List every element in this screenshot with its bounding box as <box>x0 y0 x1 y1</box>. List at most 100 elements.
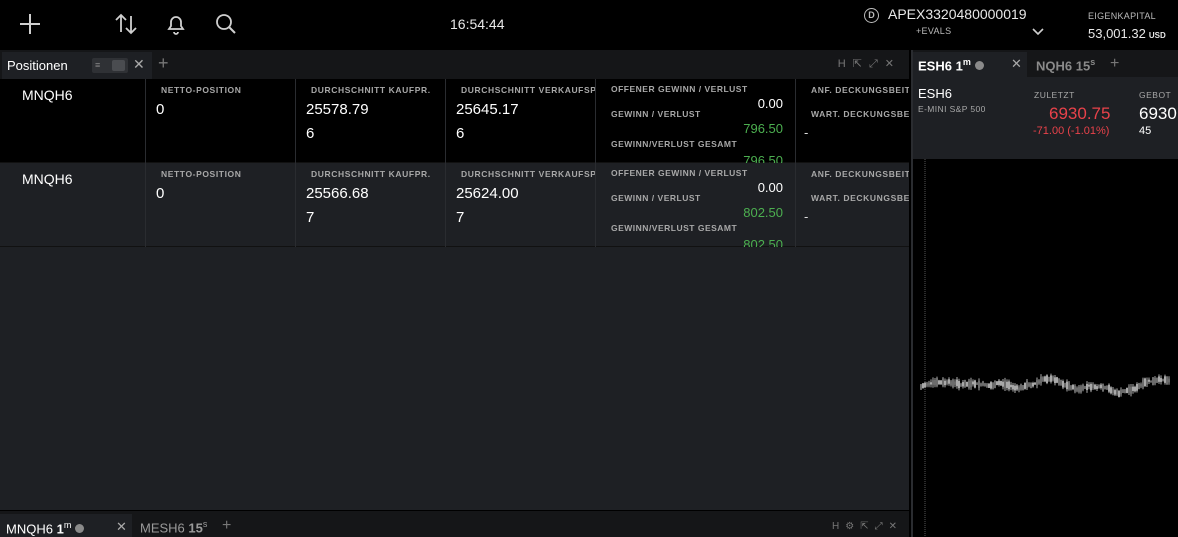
avg-sell-cell: DURCHSCHNITT VERKAUFSPR. 25645.17 6 <box>445 79 595 163</box>
margin-cell: ANF. DECKUNGSBEITRAG WART. DECKUNGSBEITR… <box>795 163 909 247</box>
close-icon[interactable]: ✕ <box>133 56 145 73</box>
tab-nqh6-chart[interactable]: NQH6 15s <box>1036 57 1095 73</box>
margin-cell: ANF. DECKUNGSBEITRAG WART. DECKUNGSBEITR… <box>795 79 909 163</box>
candle-body <box>1084 386 1086 389</box>
candle-body <box>1168 378 1170 383</box>
quote-symbol: ESH6 <box>918 86 952 101</box>
expand-icon[interactable]: ⤢ <box>869 58 885 70</box>
avg-sell-label: DURCHSCHNITT VERKAUFSPR. <box>461 85 595 95</box>
candle-body <box>1078 386 1080 392</box>
margin-label: ANF. DECKUNGSBEITRAG <box>811 169 909 179</box>
candle-body <box>958 380 960 389</box>
avg-buy-price: 25578.79 <box>306 101 369 118</box>
candle-body <box>1090 383 1092 391</box>
candle-body <box>1096 386 1098 389</box>
candle-body <box>1112 389 1114 393</box>
candle-body <box>954 381 956 385</box>
candle-body <box>948 379 950 384</box>
search-icon[interactable] <box>212 10 240 38</box>
pnl-cell: OFFENER GEWINN / VERLUST 0.00 GEWINN / V… <box>595 79 795 163</box>
candle-body <box>990 382 992 389</box>
tab-esh6-chart[interactable]: ESH6 1m ✕ <box>913 52 1027 77</box>
tab-unit: m <box>63 520 72 530</box>
candle-body <box>1106 385 1108 390</box>
transfer-icon[interactable] <box>112 10 140 38</box>
popout-icon[interactable]: ⇱ <box>860 521 874 532</box>
net-position-value: 0 <box>156 185 165 202</box>
bell-icon[interactable] <box>162 10 190 38</box>
candle-body <box>1086 383 1088 390</box>
candle-body <box>1056 377 1058 383</box>
positions-panel: Positionen ≡ ✕ + H⇱⤢✕ MNQH6 NETTO-POSITI… <box>0 50 909 510</box>
position-row[interactable]: MNQH6 NETTO-POSITION 0 DURCHSCHNITT KAUF… <box>0 79 909 163</box>
expand-icon[interactable]: ⤢ <box>875 521 889 532</box>
price-chart-canvas[interactable] <box>913 159 1178 537</box>
candle-body <box>924 382 926 388</box>
header-toggle-icon[interactable]: H <box>832 521 845 532</box>
candle-body <box>1148 379 1150 382</box>
position-row[interactable]: MNQH6 NETTO-POSITION 0 DURCHSCHNITT KAUF… <box>0 163 909 247</box>
add-tab-button[interactable]: + <box>158 54 169 72</box>
position-symbol: MNQH6 <box>22 87 73 103</box>
avg-sell-qty: 6 <box>456 125 465 142</box>
candle-body <box>1098 384 1100 389</box>
view-toggle[interactable]: ≡ <box>92 58 128 73</box>
candle-body <box>1074 385 1076 392</box>
panel-tools[interactable]: H⚙⇱⤢✕ <box>832 521 903 532</box>
chart-panel: ESH6 1m ✕ NQH6 15s + ESH6 E-MINI S&P 500… <box>911 50 1178 537</box>
tab-positions[interactable]: Positionen ≡ ✕ <box>2 52 152 79</box>
candle-body <box>1008 381 1010 390</box>
account-selector[interactable]: APEX3320480000019 <box>888 6 1027 22</box>
open-pnl-label: OFFENER GEWINN / VERLUST <box>611 84 748 94</box>
candle-body <box>1040 376 1042 384</box>
candle-body <box>972 381 974 385</box>
gear-icon[interactable]: ⚙ <box>845 521 860 532</box>
chevron-down-icon[interactable] <box>1030 24 1046 40</box>
add-icon[interactable] <box>16 10 44 38</box>
candle-body <box>922 383 924 389</box>
candle-body <box>1134 386 1136 392</box>
avg-sell-label: DURCHSCHNITT VERKAUFSPR. <box>461 169 595 179</box>
candle-body <box>1028 383 1030 387</box>
candle-body <box>962 382 964 387</box>
candle-body <box>1104 386 1106 390</box>
candle-body <box>1150 380 1152 383</box>
header-toggle-icon[interactable]: H <box>838 58 853 70</box>
candle-body <box>1100 384 1102 389</box>
account-sub-label: +EVALS <box>916 26 952 36</box>
tab-interval: 15 <box>1075 58 1091 74</box>
close-panel-icon[interactable]: ✕ <box>889 521 903 532</box>
panel-tools[interactable]: H⇱⤢✕ <box>838 57 901 71</box>
candle-body <box>1036 380 1038 386</box>
bid-label: GEBOT <box>1139 90 1172 100</box>
add-tab-button[interactable]: + <box>222 518 231 534</box>
tab-mnqh6-chart[interactable]: MNQH6 1m ✕ <box>0 514 132 537</box>
candle-body <box>1124 389 1126 394</box>
price-chart[interactable] <box>913 159 1178 537</box>
candle-body <box>964 379 966 388</box>
net-position-cell: NETTO-POSITION 0 <box>145 163 295 247</box>
close-panel-icon[interactable]: ✕ <box>885 58 901 70</box>
avg-buy-price: 25566.68 <box>306 185 369 202</box>
candle-body <box>1070 385 1072 390</box>
avg-buy-qty: 7 <box>306 209 315 226</box>
candle-body <box>1126 387 1128 394</box>
quote-board[interactable]: ESH6 E-MINI S&P 500 ZULETZT 6930.75 -71.… <box>913 77 1178 159</box>
close-icon[interactable]: ✕ <box>1011 56 1022 72</box>
popout-icon[interactable]: ⇱ <box>853 58 869 70</box>
candle-body <box>1038 380 1040 384</box>
status-dot-icon <box>75 524 85 534</box>
price-change: -71.00 (-1.01%) <box>1033 125 1110 137</box>
close-icon[interactable]: ✕ <box>116 519 127 535</box>
avg-sell-price: 25624.00 <box>456 185 519 202</box>
position-symbol: MNQH6 <box>22 171 73 187</box>
candle-body <box>942 378 944 386</box>
tab-mesh6-chart[interactable]: MESH6 15s <box>140 519 207 535</box>
candle-body <box>1050 375 1052 382</box>
candle-body <box>986 384 988 387</box>
candle-body <box>934 379 936 386</box>
candle-body <box>968 380 970 388</box>
add-tab-button[interactable]: + <box>1110 56 1119 72</box>
equity-value: 53,001.32 USD <box>1088 26 1166 41</box>
candle-body <box>1092 384 1094 388</box>
